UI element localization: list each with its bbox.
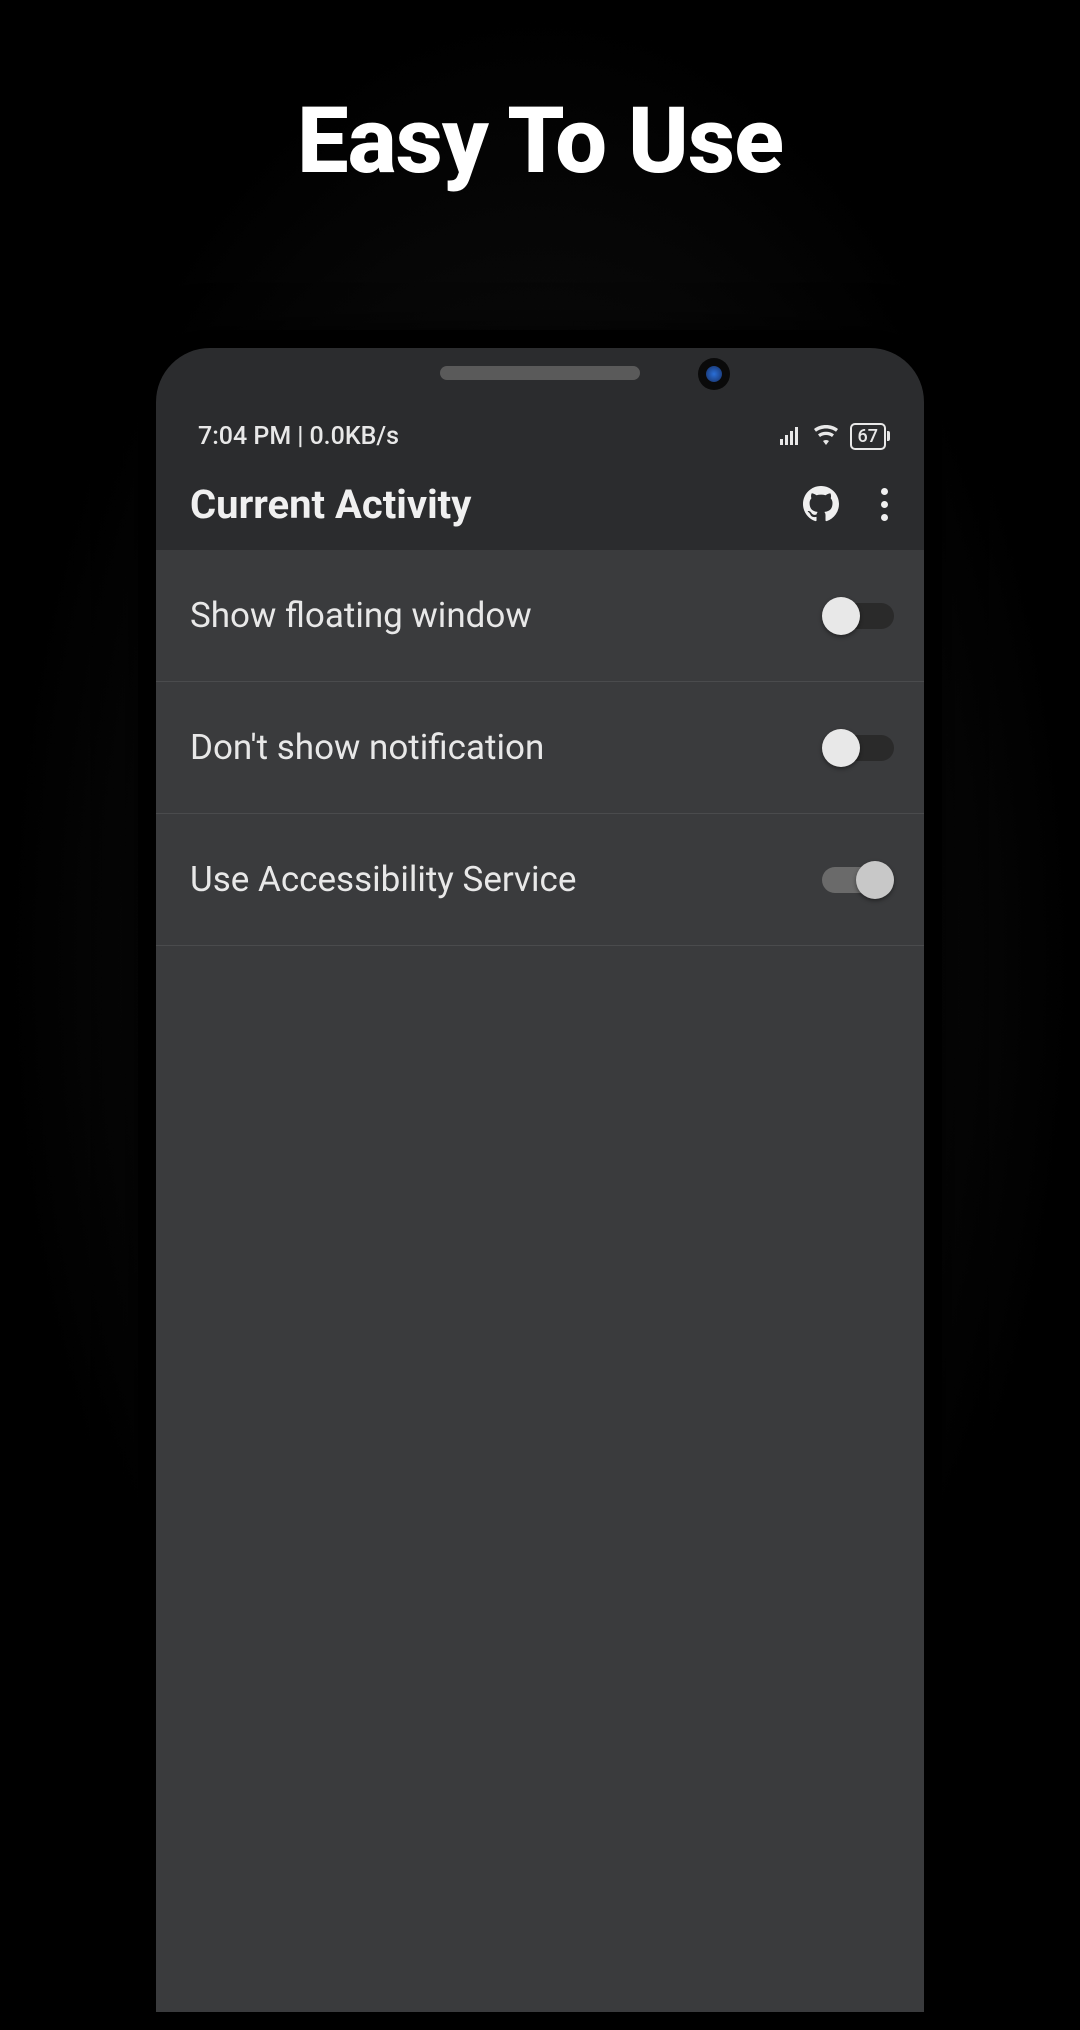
promo-headline: Easy To Use xyxy=(0,88,1080,195)
status-left: 7:04 PM | 0.0KB/s xyxy=(198,422,399,451)
signal-icon xyxy=(778,425,802,447)
toggle-knob xyxy=(856,861,894,899)
toggle-knob xyxy=(822,597,860,635)
app-bar-actions xyxy=(803,484,896,525)
more-vert-icon[interactable] xyxy=(873,484,896,525)
battery-icon: 67 xyxy=(850,423,886,450)
status-network-speed: 0.0KB/s xyxy=(309,422,399,451)
setting-label: Use Accessibility Service xyxy=(190,859,822,900)
battery-level: 67 xyxy=(858,426,878,447)
toggle-hide-notification[interactable] xyxy=(822,728,894,768)
status-right: 67 xyxy=(778,423,886,450)
app-title: Current Activity xyxy=(190,481,803,528)
front-camera xyxy=(698,358,730,390)
toggle-floating-window[interactable] xyxy=(822,596,894,636)
toggle-accessibility[interactable] xyxy=(822,860,894,900)
setting-label: Show floating window xyxy=(190,595,822,636)
setting-row-floating-window[interactable]: Show floating window xyxy=(156,550,924,682)
phone-screen: 7:04 PM | 0.0KB/s 67 Current Activity xyxy=(156,348,924,2012)
github-icon[interactable] xyxy=(803,486,839,522)
status-bar: 7:04 PM | 0.0KB/s 67 xyxy=(156,414,924,458)
app-bar: Current Activity xyxy=(156,458,924,550)
settings-list: Show floating window Don't show notifica… xyxy=(156,550,924,2012)
phone-frame: 7:04 PM | 0.0KB/s 67 Current Activity xyxy=(138,330,942,2030)
setting-label: Don't show notification xyxy=(190,727,822,768)
toggle-knob xyxy=(822,729,860,767)
status-separator: | xyxy=(297,422,303,451)
wifi-icon xyxy=(814,425,838,447)
speaker-grille xyxy=(440,366,640,380)
setting-row-hide-notification[interactable]: Don't show notification xyxy=(156,682,924,814)
status-time: 7:04 PM xyxy=(198,422,291,451)
setting-row-accessibility[interactable]: Use Accessibility Service xyxy=(156,814,924,946)
